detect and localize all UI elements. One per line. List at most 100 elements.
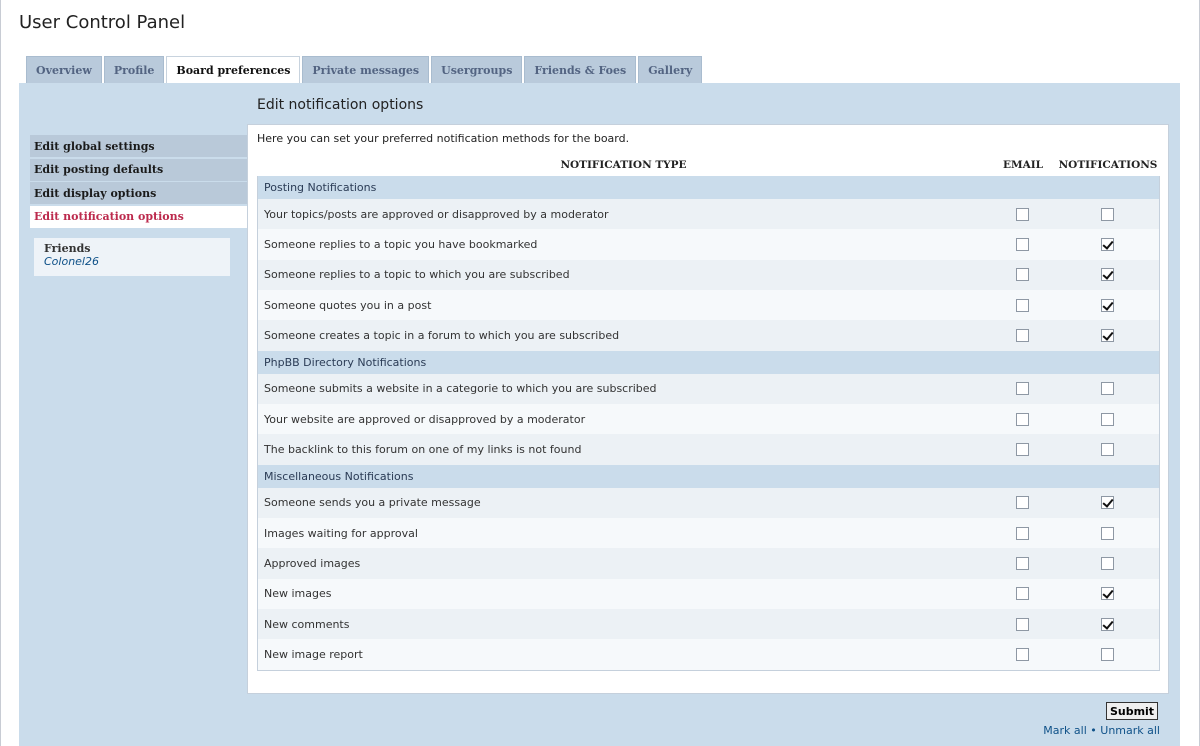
notifications-cell (1055, 207, 1159, 221)
notifications-cell (1055, 496, 1159, 510)
sidebar-item-global-settings[interactable]: Edit global settings (30, 135, 250, 157)
page-title: User Control Panel (19, 12, 186, 33)
group-header: Posting Notifications (258, 176, 1159, 199)
table-row: Images waiting for approval (258, 517, 1159, 549)
email-checkbox[interactable] (1015, 328, 1029, 342)
email-cell (989, 496, 1055, 510)
sidebar-item-notification-options[interactable]: Edit notification options (30, 205, 250, 228)
column-header-email: EMAIL (1002, 158, 1044, 171)
tab-board-preferences[interactable]: Board preferences (166, 56, 301, 84)
sidebar-item-posting-defaults[interactable]: Edit posting defaults (30, 158, 250, 181)
notifications-cell (1055, 617, 1159, 631)
email-cell (989, 412, 1055, 426)
notification-type-label: Your website are approved or disapproved… (264, 412, 586, 426)
notifications-checkbox[interactable] (1100, 237, 1114, 251)
email-checkbox[interactable] (1015, 617, 1029, 631)
notifications-cell (1055, 382, 1159, 396)
unmark-all-link[interactable]: Unmark all (1100, 724, 1160, 737)
mark-all-link[interactable]: Mark all (1043, 724, 1086, 737)
email-cell (989, 382, 1055, 396)
email-cell (989, 268, 1055, 282)
notifications-checkbox[interactable] (1100, 647, 1114, 661)
notifications-cell (1055, 556, 1159, 570)
notification-type-label: Your topics/posts are approved or disapp… (264, 207, 609, 221)
email-cell (989, 207, 1055, 221)
mark-links: Mark all • Unmark all (1043, 724, 1160, 737)
email-cell (989, 298, 1055, 312)
notification-type-label: New image report (264, 647, 363, 661)
friends-box: Friends Colonel26 (34, 238, 230, 276)
friend-link[interactable]: Colonel26 (44, 255, 230, 268)
email-cell (989, 556, 1055, 570)
notification-type-label: Someone replies to a topic to which you … (264, 268, 570, 282)
notifications-checkbox[interactable] (1100, 298, 1114, 312)
notifications-checkbox[interactable] (1100, 412, 1114, 426)
notifications-checkbox[interactable] (1100, 617, 1114, 631)
table-row: New image report (258, 639, 1159, 670)
notifications-checkbox[interactable] (1100, 556, 1114, 570)
email-checkbox[interactable] (1015, 412, 1029, 426)
email-cell (989, 647, 1055, 661)
email-checkbox[interactable] (1015, 442, 1029, 456)
notifications-cell (1055, 526, 1159, 540)
table-row: Someone quotes you in a post (258, 289, 1159, 321)
email-checkbox[interactable] (1015, 237, 1029, 251)
table-row: Someone submits a website in a categorie… (258, 373, 1159, 404)
notifications-checkbox[interactable] (1100, 496, 1114, 510)
link-separator: • (1090, 724, 1097, 737)
table-row: Someone replies to a topic to which you … (258, 259, 1159, 290)
notification-type-label: The backlink to this forum on one of my … (264, 442, 582, 456)
notifications-checkbox[interactable] (1100, 587, 1114, 601)
notifications-cell (1055, 268, 1159, 282)
email-checkbox[interactable] (1015, 268, 1029, 282)
email-checkbox[interactable] (1015, 526, 1029, 540)
notification-type-label: Someone creates a topic in a forum to wh… (264, 328, 620, 342)
preferences-panel: Edit global settings Edit posting defaul… (19, 83, 1180, 746)
notifications-checkbox[interactable] (1100, 382, 1114, 396)
email-cell (989, 617, 1055, 631)
section-title: Edit notification options (257, 97, 424, 113)
notifications-checkbox[interactable] (1100, 268, 1114, 282)
tab-usergroups[interactable]: Usergroups (431, 56, 523, 83)
notification-type-label: Someone submits a website in a categorie… (264, 382, 657, 396)
notifications-checkbox[interactable] (1100, 442, 1114, 456)
notifications-cell (1055, 647, 1159, 661)
email-checkbox[interactable] (1015, 587, 1029, 601)
table-row: Someone sends you a private message (258, 487, 1159, 518)
notifications-cell (1055, 298, 1159, 312)
table-row: New comments (258, 608, 1159, 640)
notification-type-label: Images waiting for approval (264, 526, 418, 540)
email-checkbox[interactable] (1015, 382, 1029, 396)
tab-profile[interactable]: Profile (103, 56, 165, 83)
sidebar-item-display-options[interactable]: Edit display options (30, 182, 250, 204)
column-header-notifications: NOTIFICATIONS (1058, 158, 1158, 171)
table-row: Approved images (258, 548, 1159, 579)
notifications-checkbox[interactable] (1100, 526, 1114, 540)
email-checkbox[interactable] (1015, 647, 1029, 661)
email-checkbox[interactable] (1015, 496, 1029, 510)
submit-button[interactable]: Submit (1106, 702, 1158, 720)
email-checkbox[interactable] (1015, 207, 1029, 221)
tab-friends-foes[interactable]: Friends & Foes (524, 56, 637, 83)
table-row: Your topics/posts are approved or disapp… (258, 199, 1159, 230)
email-checkbox[interactable] (1015, 556, 1029, 570)
tab-private-messages[interactable]: Private messages (302, 56, 430, 83)
notifications-cell (1055, 587, 1159, 601)
email-cell (989, 237, 1055, 251)
tab-overview[interactable]: Overview (26, 56, 102, 83)
notifications-cell (1055, 237, 1159, 251)
email-checkbox[interactable] (1015, 298, 1029, 312)
sidebar: Edit global settings Edit posting defaul… (30, 135, 250, 276)
notification-type-label: New images (264, 587, 332, 601)
notifications-checkbox[interactable] (1100, 207, 1114, 221)
table-row: Someone replies to a topic you have book… (258, 229, 1159, 260)
email-cell (989, 587, 1055, 601)
email-cell (989, 526, 1055, 540)
notifications-checkbox[interactable] (1100, 328, 1114, 342)
group-header: PhpBB Directory Notifications (258, 350, 1159, 374)
notification-type-label: Someone quotes you in a post (264, 298, 432, 312)
notification-table: NOTIFICATION TYPE EMAIL NOTIFICATIONS Po… (257, 153, 1160, 671)
table-row: The backlink to this forum on one of my … (258, 434, 1159, 465)
notification-type-label: Someone replies to a topic you have book… (264, 237, 538, 251)
tab-gallery[interactable]: Gallery (638, 56, 703, 83)
